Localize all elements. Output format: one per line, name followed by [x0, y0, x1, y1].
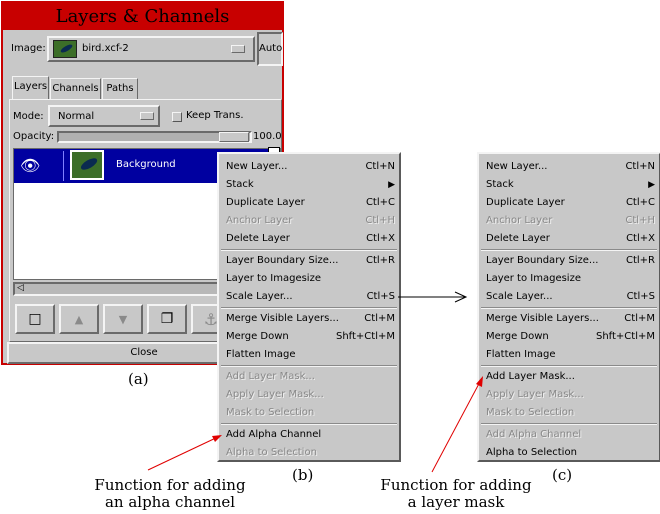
mask-annotation-arrow	[431, 376, 483, 473]
alpha-annotation-arrow	[147, 435, 222, 471]
arrows-overlay	[147, 291, 483, 473]
scale-arrow	[398, 291, 468, 303]
